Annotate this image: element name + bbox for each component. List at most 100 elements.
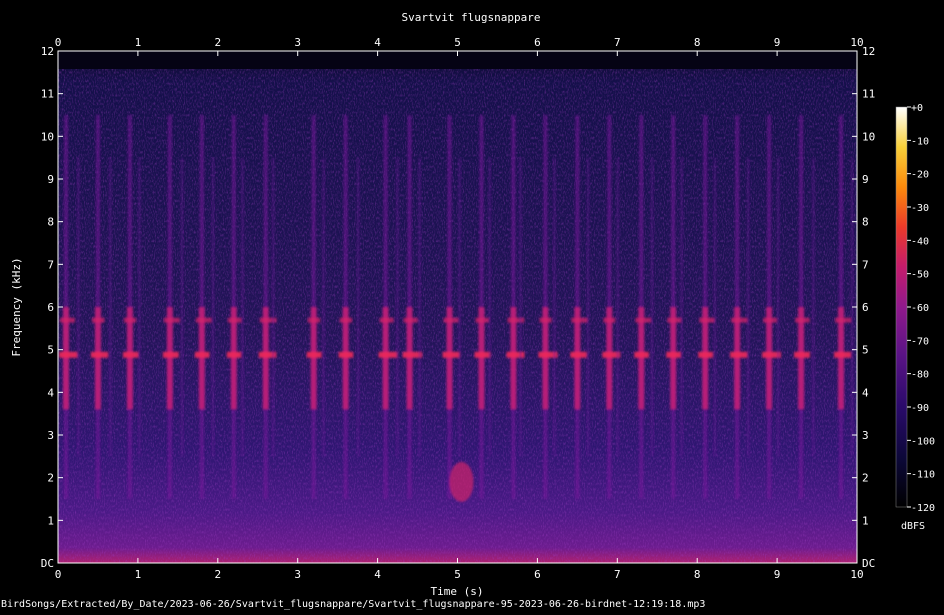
syllable-band-low — [306, 351, 322, 358]
y-tick-label-left: 10 — [41, 130, 54, 143]
y-tick-label-right: 4 — [862, 386, 869, 399]
syllable-band-low — [474, 351, 491, 358]
syllable-band-high — [763, 317, 777, 323]
plot-area — [57, 50, 858, 564]
y-tick-label-left: DC — [41, 557, 54, 570]
y-tick-label-right: 5 — [862, 344, 869, 357]
syllable-band-high — [475, 317, 489, 323]
syllable-band-high — [339, 317, 353, 323]
syllable-band-high — [163, 317, 180, 323]
syllable-band-low — [570, 351, 587, 358]
syllable-band-high — [539, 317, 552, 323]
noise-blob — [449, 461, 474, 502]
y-tick-label-left: 8 — [47, 216, 54, 229]
chart-title: Svartvit flugsnappare — [401, 11, 540, 24]
y-tick-label-right: DC — [862, 557, 875, 570]
colorbar: +0 -10 -20 -30 -40 -50 -60 -70 -80 -90 -100 -110 -12… — [895, 103, 935, 532]
syllable-band-high — [667, 317, 682, 323]
syllable-echo — [586, 157, 589, 457]
colorbar-tick-label: +0 — [911, 103, 923, 114]
syllable-band-high — [379, 317, 394, 323]
syllable-band-high — [603, 317, 616, 323]
x-tick-label-top: 8 — [694, 36, 701, 49]
syllable-echo — [357, 157, 360, 457]
x-tick-label-bottom: 7 — [614, 568, 621, 581]
x-axis-label: Time (s) — [431, 585, 484, 598]
syllable-band-low — [834, 351, 851, 358]
syllable-band-high — [403, 317, 418, 323]
syllable-band-low — [338, 351, 354, 358]
colorbar-tick-label: -10 — [911, 136, 929, 147]
colorbar-tick-label: -50 — [911, 270, 929, 281]
syllable-echo — [458, 157, 461, 457]
syllable-band-low — [162, 351, 179, 358]
syllable-band-high — [571, 317, 588, 323]
x-tick-label-bottom: 4 — [374, 568, 381, 581]
syllable-band-low — [634, 351, 649, 358]
syllable-band-high — [227, 317, 242, 323]
x-tick-label-bottom: 2 — [214, 568, 221, 581]
x-tick-label-bottom: 0 — [55, 568, 62, 581]
y-tick-label-right: 7 — [862, 258, 869, 271]
syllable-band-low — [122, 351, 139, 358]
syllable-echo — [519, 157, 522, 457]
footer-filename: BirdSongs/Extracted/By_Date/2023-06-26/S… — [1, 599, 705, 610]
syllable-band-low — [730, 351, 748, 358]
syllable-echo — [109, 157, 112, 457]
syllable-band-low — [794, 351, 810, 358]
y-tick-label-right: 12 — [862, 45, 875, 58]
y-axis-label: Frequency (kHz) — [10, 257, 23, 356]
syllable-echo — [418, 157, 421, 457]
y-tick-label-left: 7 — [47, 258, 54, 271]
y-tick-label-right: 1 — [862, 514, 869, 527]
y-tick-label-right: 6 — [862, 301, 869, 314]
colorbar-ticks: +0 -10 -20 -30 -40 -50 -60 -70 -80 -90 -100 -110 -12… — [907, 103, 935, 514]
syllable-band-low — [226, 351, 242, 358]
y-tick-label-left: 6 — [47, 301, 54, 314]
y-tick-label-right: 11 — [862, 88, 875, 101]
syllable-band-high — [123, 317, 137, 323]
syllable-echo — [713, 157, 716, 457]
syllable-band-high — [699, 317, 716, 323]
syllable-echo — [272, 157, 275, 457]
spectrogram-chart: Svartvit flugsnappare 0 1 2 3 4 5 6 7 8 9 10 01234… — [1, 11, 935, 610]
syllable-echo — [181, 157, 184, 457]
syllable-band-high — [731, 317, 748, 323]
x-tick-label-top: 2 — [214, 36, 221, 49]
y-tick-label-right: 10 — [862, 130, 875, 143]
syllable-band-high — [59, 317, 75, 323]
syllable-band-high — [835, 317, 852, 323]
syllable-band-low — [506, 351, 525, 358]
syllable-band-low — [58, 351, 78, 358]
y-tick-label-right: 2 — [862, 472, 869, 485]
syllable-band-low — [194, 351, 210, 358]
y-tick-label-left: 4 — [47, 386, 54, 399]
syllable-band-high — [795, 317, 810, 323]
syllable-echo — [747, 157, 750, 457]
y-tick-label-left: 2 — [47, 472, 54, 485]
y-tick-label-right: 3 — [862, 429, 869, 442]
x-tick-label-bottom: 8 — [694, 568, 701, 581]
y-tick-label-left: 5 — [47, 344, 54, 357]
colorbar-label: dBFS — [901, 521, 925, 532]
syllable-echo — [396, 157, 399, 457]
colorbar-tick-label: -60 — [911, 303, 929, 314]
x-tick-label-bottom: 5 — [454, 568, 461, 581]
colorbar-tick-label: -40 — [911, 236, 929, 247]
x-tick-label-bottom: 6 — [534, 568, 541, 581]
colorbar-tick-label: -120 — [911, 503, 935, 514]
syllable-echo — [488, 157, 491, 457]
colorbar-tick-label: -70 — [911, 336, 929, 347]
colorbar-tick-label: -90 — [911, 403, 929, 414]
syllable-echo — [680, 157, 683, 457]
y-tick-label-right: 8 — [862, 216, 869, 229]
colorbar-tick-label: -110 — [911, 470, 935, 481]
y-tick-label-right: 9 — [862, 173, 869, 186]
syllable-echo — [777, 157, 780, 457]
x-tick-label-top: 9 — [774, 36, 781, 49]
syllable-echo — [241, 157, 244, 457]
syllable-band-high — [507, 317, 525, 323]
syllable-band-low — [378, 351, 398, 358]
syllable-band-high — [91, 317, 105, 323]
x-tick-label-top: 6 — [534, 36, 541, 49]
